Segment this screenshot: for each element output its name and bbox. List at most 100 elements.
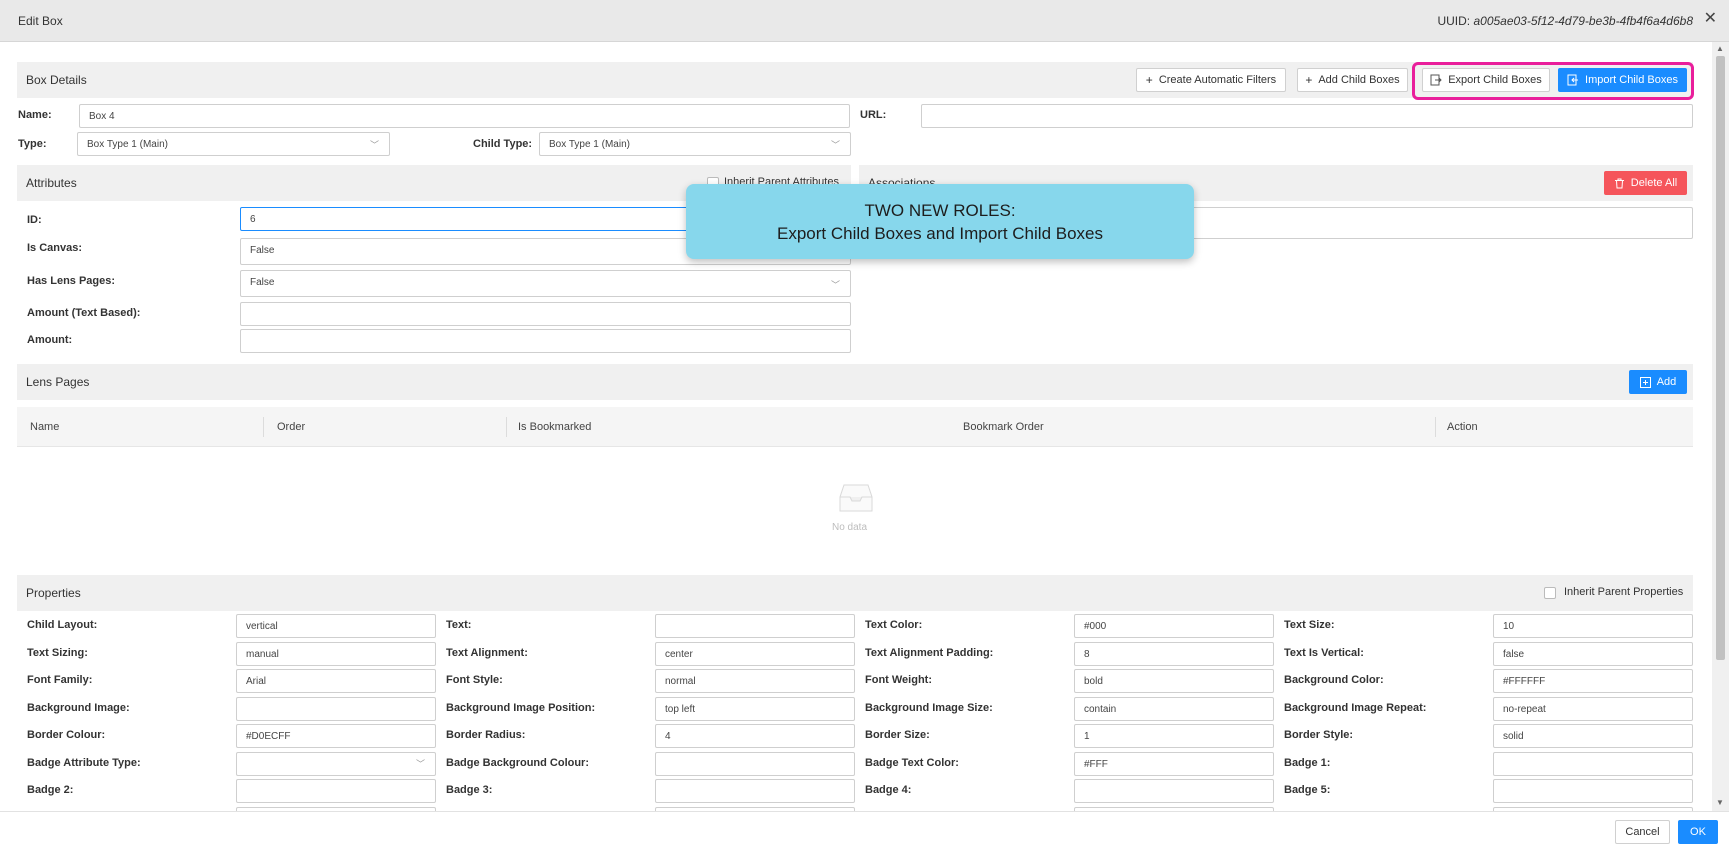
- property-input[interactable]: #D0ECFF: [236, 724, 436, 748]
- property-input[interactable]: #FFF: [1074, 751, 1274, 776]
- property-input[interactable]: [655, 751, 855, 776]
- property-input[interactable]: [655, 779, 855, 803]
- lens-pages-header: Lens Pages: [17, 364, 1693, 400]
- attr-amount-input[interactable]: [240, 329, 851, 353]
- column-order: Order: [277, 421, 306, 433]
- chevron-down-icon: ﹀: [830, 280, 840, 290]
- property-input[interactable]: vertical: [236, 614, 436, 638]
- property-input[interactable]: center: [655, 641, 855, 666]
- property-input[interactable]: [236, 751, 436, 776]
- property-input[interactable]: [1493, 779, 1693, 803]
- callout-line-1: TWO NEW ROLES:: [864, 201, 1016, 220]
- associations-input[interactable]: [1190, 207, 1693, 239]
- attr-has-lens-pages-label: Has Lens Pages:: [27, 275, 116, 287]
- property-input[interactable]: solid: [1493, 724, 1693, 748]
- cancel-label: Cancel: [1625, 826, 1660, 838]
- property-label: Background Image Size:: [865, 701, 993, 714]
- dialog-title: Edit Box: [18, 14, 63, 28]
- column-bookmark-order: Bookmark Order: [963, 421, 1044, 433]
- trash-icon: [1614, 178, 1624, 188]
- property-input[interactable]: 10: [1493, 614, 1693, 638]
- property-input[interactable]: [236, 696, 436, 721]
- property-label: Badge 2:: [27, 784, 74, 796]
- add-lens-page-label: Add: [1656, 376, 1677, 388]
- property-label: Border Size:: [865, 729, 930, 741]
- scrollbar-thumb[interactable]: [1716, 56, 1725, 660]
- attr-amount-label: Amount:: [27, 334, 73, 346]
- property-label: Font Family:: [27, 674, 93, 686]
- url-input[interactable]: [921, 104, 1693, 128]
- add-lens-page-button[interactable]: Add: [1629, 370, 1687, 394]
- name-input[interactable]: Box 4: [79, 104, 850, 128]
- property-label: Badge Background Colour:: [446, 756, 590, 769]
- type-label: Type:: [18, 138, 47, 150]
- property-input[interactable]: normal: [655, 669, 855, 693]
- attr-has-lens-pages-select[interactable]: False ﹀: [240, 270, 851, 297]
- attr-amount-text-input[interactable]: [240, 302, 851, 326]
- property-label: Border Style:: [1284, 729, 1354, 741]
- property-input[interactable]: 8: [1074, 641, 1274, 666]
- property-label: Background Color:: [1284, 674, 1384, 686]
- cancel-button[interactable]: Cancel: [1615, 820, 1670, 844]
- scroll-up-icon[interactable]: ▲: [1716, 44, 1724, 53]
- property-label: Badge Attribute Type:: [27, 756, 141, 769]
- attr-is-canvas-label: Is Canvas:: [27, 242, 83, 254]
- property-label: Text Alignment Padding:: [865, 646, 994, 659]
- inherit-parent-properties-label: Inherit Parent Properties: [1564, 586, 1684, 598]
- property-label: Badge 5:: [1284, 784, 1331, 796]
- property-input[interactable]: 1: [1074, 724, 1274, 748]
- property-input[interactable]: [655, 614, 855, 638]
- name-label: Name:: [18, 109, 52, 121]
- ok-label: OK: [1690, 826, 1706, 838]
- property-label: Font Weight:: [865, 674, 932, 686]
- property-label: Badge 1:: [1284, 756, 1331, 769]
- property-label: Child Layout:: [27, 619, 98, 631]
- property-label: Border Colour:: [27, 729, 106, 741]
- chevron-down-icon: ﹀: [369, 140, 379, 150]
- child-type-label: Child Type:: [473, 138, 533, 150]
- uuid-label: UUID:: [1437, 14, 1471, 28]
- property-label: Badge Text Color:: [865, 756, 959, 769]
- type-select[interactable]: Box Type 1 (Main) ﹀: [77, 132, 390, 156]
- property-input[interactable]: Arial: [236, 669, 436, 693]
- property-input[interactable]: #000: [1074, 614, 1274, 638]
- property-input[interactable]: [236, 779, 436, 803]
- add-square-icon: [1639, 376, 1651, 388]
- add-child-boxes-button[interactable]: + Add Child Boxes: [1297, 68, 1408, 92]
- ok-button[interactable]: OK: [1678, 820, 1718, 844]
- lens-pages-table-header: Name Order Is Bookmarked Bookmark Order …: [17, 407, 1693, 447]
- close-icon[interactable]: ✕: [1704, 11, 1717, 27]
- property-label: Badge 4:: [865, 784, 912, 796]
- callout-line-2: Export Child Boxes and Import Child Boxe…: [777, 224, 1103, 243]
- column-divider: [506, 417, 507, 437]
- delete-all-button[interactable]: Delete All: [1604, 171, 1687, 195]
- uuid-display: UUID: a005ae03-5f12-4d79-be3b-4fb4f6a4d6…: [1437, 14, 1693, 28]
- box-details-title: Box Details: [26, 73, 87, 87]
- property-input[interactable]: #FFFFFF: [1493, 669, 1693, 693]
- property-input[interactable]: no-repeat: [1493, 696, 1693, 721]
- property-input[interactable]: manual: [236, 641, 436, 666]
- property-input[interactable]: [1493, 751, 1693, 776]
- vertical-scrollbar[interactable]: ▲ ▼: [1712, 42, 1729, 811]
- new-roles-highlight: [1412, 62, 1694, 100]
- scroll-down-icon[interactable]: ▼: [1716, 798, 1724, 807]
- property-label: Text Color:: [865, 619, 923, 631]
- property-input[interactable]: bold: [1074, 669, 1274, 693]
- plus-icon: +: [1145, 73, 1153, 87]
- add-child-boxes-label: Add Child Boxes: [1318, 74, 1400, 86]
- property-label: Background Image Position:: [446, 701, 596, 714]
- property-input[interactable]: top left: [655, 696, 855, 721]
- create-automatic-filters-button[interactable]: + Create Automatic Filters: [1136, 68, 1286, 92]
- attr-amount-text-label: Amount (Text Based):: [27, 307, 141, 319]
- column-is-bookmarked: Is Bookmarked: [518, 421, 592, 433]
- property-label: Background Image:: [27, 701, 130, 714]
- property-input[interactable]: 4: [655, 724, 855, 748]
- property-label: Border Radius:: [446, 729, 526, 741]
- inherit-parent-properties-checkbox[interactable]: [1544, 587, 1556, 599]
- property-input[interactable]: contain: [1074, 696, 1274, 721]
- property-input[interactable]: [1074, 779, 1274, 803]
- property-input[interactable]: false: [1493, 641, 1693, 666]
- child-type-value: Box Type 1 (Main): [549, 139, 630, 150]
- child-type-select[interactable]: Box Type 1 (Main) ﹀: [539, 132, 851, 156]
- property-label: Font Style:: [446, 674, 503, 686]
